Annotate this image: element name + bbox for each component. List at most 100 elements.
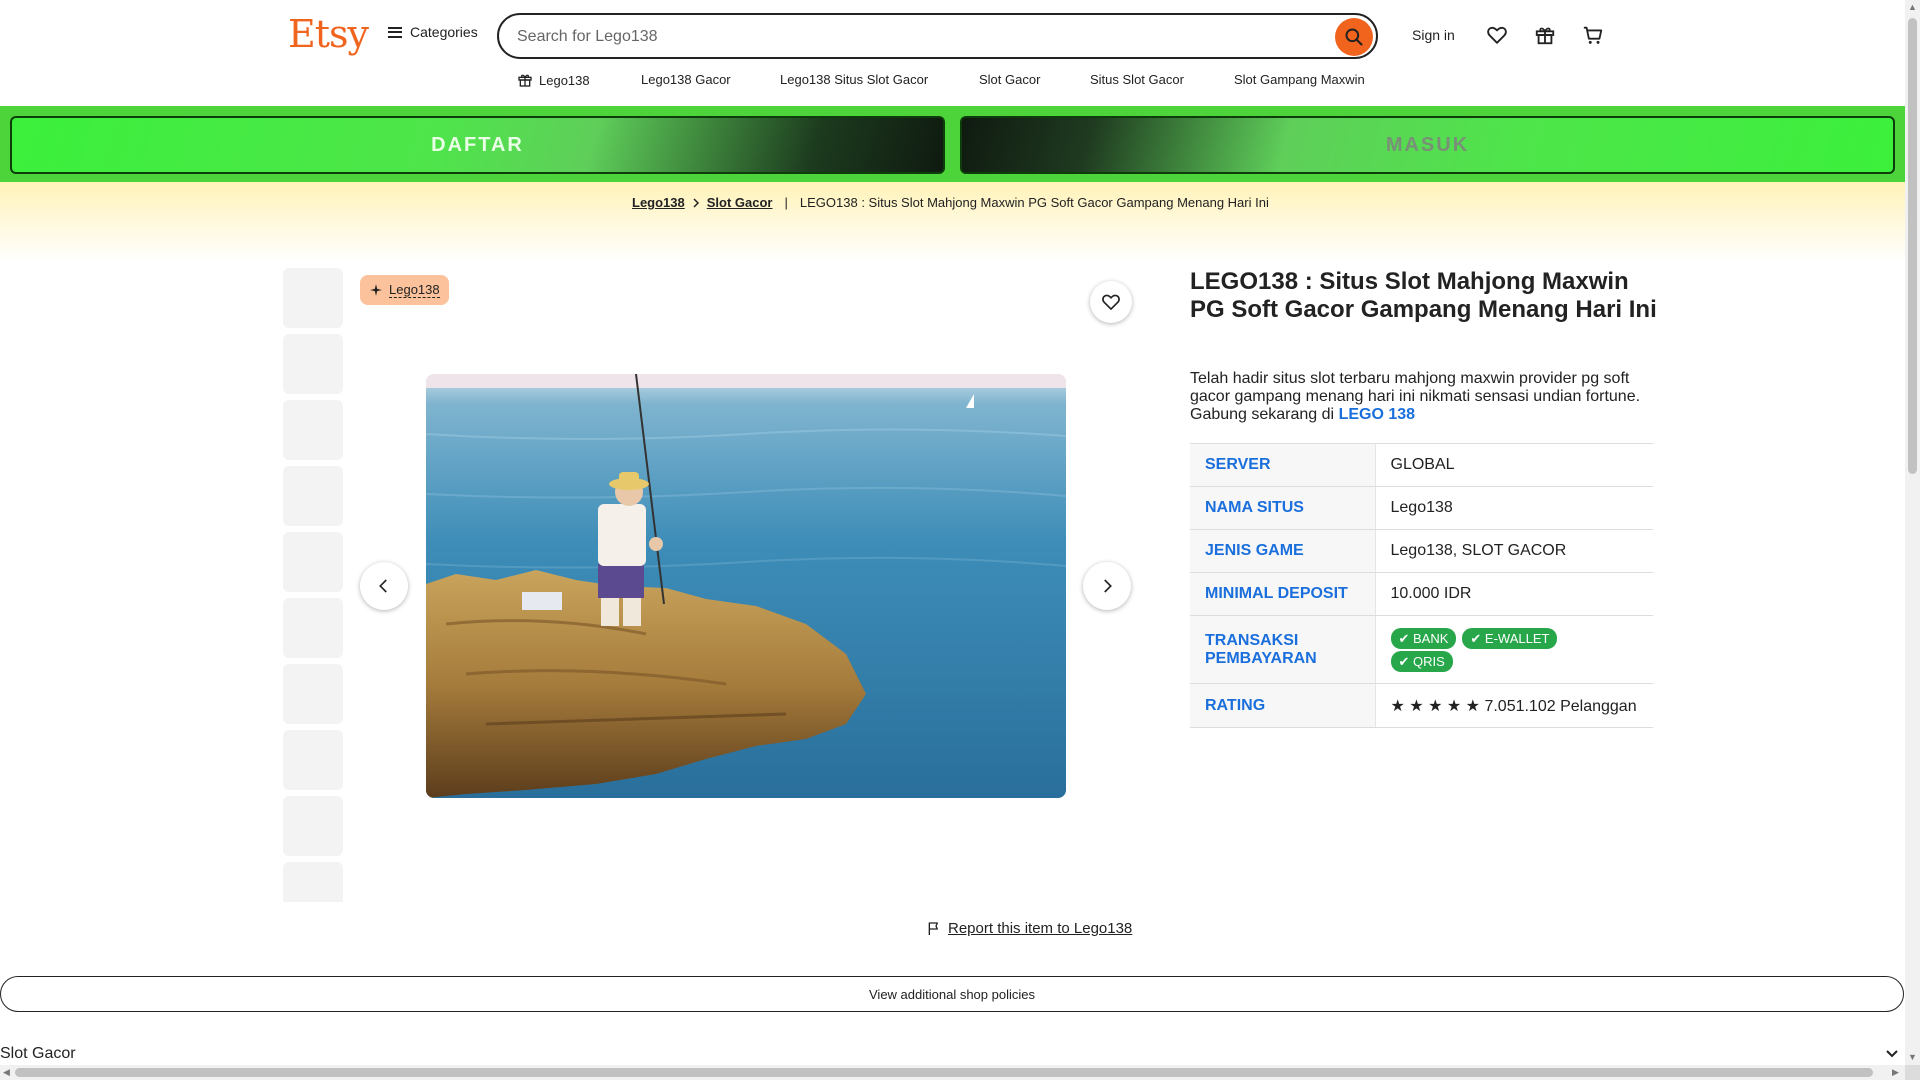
category-nav-item[interactable]: Lego138 (517, 72, 590, 88)
fisherman-photo (426, 374, 1066, 798)
category-select-value: Slot Gacor (0, 1045, 76, 1062)
breadcrumb-link-slot-gacor[interactable]: Slot Gacor (707, 195, 773, 210)
category-nav-item[interactable]: Slot Gampang Maxwin (1234, 72, 1365, 87)
spec-value: Lego138, SLOT GACOR (1375, 529, 1653, 573)
scroll-up-arrow-icon[interactable]: ▲ (1908, 2, 1917, 12)
category-nav-item[interactable]: Situs Slot Gacor (1090, 72, 1184, 87)
thumbnail[interactable] (283, 730, 343, 790)
payment-chip-ewallet: ✔ E-WALLET (1462, 627, 1558, 649)
scroll-left-arrow-icon[interactable]: ◀ (3, 1067, 10, 1078)
payment-chip-qris: ✔ QRIS (1390, 650, 1453, 672)
scroll-right-arrow-icon[interactable]: ▶ (1892, 1067, 1899, 1078)
site-header: Etsy Categories Sign in Lego138 Leg (0, 0, 1905, 106)
gift-button[interactable] (1532, 22, 1558, 48)
spec-row: SERVER GLOBAL (1190, 443, 1653, 487)
vertical-scrollbar[interactable]: ▲ ▼ (1905, 0, 1920, 1065)
category-nav-item[interactable]: Lego138 Gacor (641, 72, 731, 87)
spec-key: JENIS GAME (1190, 529, 1376, 573)
search-bar (497, 13, 1378, 59)
category-nav-item[interactable]: Lego138 Situs Slot Gacor (780, 72, 928, 87)
categories-button[interactable]: Categories (388, 24, 478, 40)
category-select[interactable]: Slot Gacor (0, 1044, 1905, 1064)
favorite-item-button[interactable] (1090, 281, 1132, 323)
thumbnail[interactable] (283, 268, 343, 328)
favorites-button[interactable] (1484, 22, 1510, 48)
sparkle-icon (370, 284, 382, 296)
spec-row: RATING ★ ★ ★ ★ ★ 7.051.102 Pelanggan (1190, 683, 1653, 728)
thumbnail[interactable] (283, 334, 343, 394)
rating-value: ★ ★ ★ ★ ★ 7.051.102 Pelanggan (1375, 683, 1653, 728)
product-description-link[interactable]: LEGO 138 (1339, 406, 1415, 423)
previous-image-button[interactable] (360, 562, 408, 610)
thumbnail[interactable] (283, 400, 343, 460)
horizontal-scrollbar[interactable]: ◀ ▶ (0, 1065, 1905, 1080)
thumbnail[interactable] (283, 598, 343, 658)
breadcrumb-current: LEGO138 : Situs Slot Mahjong Maxwin PG S… (799, 195, 1269, 210)
spec-key: SERVER (1190, 443, 1376, 487)
heart-icon (1487, 26, 1507, 44)
daftar-button[interactable]: DAFTAR (10, 116, 945, 174)
product-description: Telah hadir situs slot terbaru mahjong m… (1190, 370, 1660, 424)
categories-label: Categories (410, 24, 478, 40)
report-item-link[interactable]: Report this item to Lego138 (926, 920, 1132, 937)
search-icon (1345, 28, 1363, 46)
thumbnail[interactable] (283, 862, 343, 902)
chevron-down-icon (1886, 1050, 1898, 1058)
spec-value: 10.000 IDR (1375, 572, 1653, 616)
etsy-logo[interactable]: Etsy (288, 12, 369, 56)
thumbnail[interactable] (283, 532, 343, 592)
spec-row: TRANSAKSI PEMBAYARAN ✔ BANK ✔ E-WALLET ✔ … (1190, 615, 1653, 684)
chevron-right-icon (1104, 579, 1112, 593)
spec-key: NAMA SITUS (1190, 486, 1376, 530)
gift-icon (1535, 27, 1555, 45)
spec-value: ✔ BANK ✔ E-WALLET ✔ QRIS (1375, 615, 1653, 684)
payment-chip-bank: ✔ BANK (1390, 627, 1457, 649)
category-nav-item[interactable]: Slot Gacor (979, 72, 1040, 87)
chevron-left-icon (379, 579, 387, 593)
spec-key: TRANSAKSI PEMBAYARAN (1190, 615, 1376, 684)
spec-row: NAMA SITUS Lego138 (1190, 486, 1653, 530)
spec-row: JENIS GAME Lego138, SLOT GACOR (1190, 529, 1653, 573)
category-nav-label: Slot Gacor (979, 72, 1041, 87)
scrollbar-corner (1905, 1065, 1920, 1080)
category-nav-label: Lego138 Gacor (641, 72, 731, 87)
cart-button[interactable] (1580, 22, 1606, 48)
breadcrumb-separator: | (784, 195, 788, 210)
spec-row: MINIMAL DEPOSIT 10.000 IDR (1190, 572, 1653, 616)
banner-fade (0, 182, 1905, 262)
report-item-label: Report this item to Lego138 (948, 920, 1133, 937)
thumbnail[interactable] (283, 664, 343, 724)
horizontal-scroll-thumb[interactable] (15, 1068, 1873, 1077)
heart-icon (1102, 294, 1120, 310)
category-nav-label: Situs Slot Gacor (1090, 72, 1184, 87)
breadcrumb: Lego138 Slot Gacor | LEGO138 : Situs Slo… (632, 195, 1269, 210)
shop-policies-button[interactable]: View additional shop policies (0, 976, 1904, 1012)
next-image-button[interactable] (1083, 562, 1131, 610)
main-product-image[interactable] (426, 374, 1066, 798)
spec-key: MINIMAL DEPOSIT (1190, 572, 1376, 616)
thumbnail-list (283, 268, 343, 902)
search-input[interactable] (517, 25, 1297, 49)
viewport: Etsy Categories Sign in Lego138 Leg (0, 0, 1905, 1065)
thumbnail[interactable] (283, 466, 343, 526)
spec-table: SERVER GLOBAL NAMA SITUS Lego138 JENIS G… (1190, 443, 1653, 728)
spec-value: Lego138 (1375, 486, 1653, 530)
sign-in-link[interactable]: Sign in (1412, 27, 1455, 43)
gift-icon (518, 74, 532, 87)
category-nav-label: Slot Gampang Maxwin (1234, 72, 1365, 87)
vertical-scroll-thumb[interactable] (1908, 18, 1917, 474)
masuk-button[interactable]: MASUK (960, 116, 1895, 174)
category-nav-label: Lego138 Situs Slot Gacor (780, 72, 929, 87)
product-title: LEGO138 : Situs Slot Mahjong Maxwin PG S… (1190, 268, 1657, 323)
flag-icon (928, 921, 938, 935)
search-button[interactable] (1335, 18, 1373, 56)
promo-banner: DAFTAR MASUK (0, 106, 1905, 182)
scroll-down-arrow-icon[interactable]: ▼ (1908, 1052, 1917, 1062)
breadcrumb-link-lego138[interactable]: Lego138 (632, 195, 685, 210)
shop-badge-label: Lego138 (389, 282, 440, 298)
shop-badge[interactable]: Lego138 (360, 275, 449, 305)
chevron-right-icon (693, 197, 699, 208)
thumbnail[interactable] (283, 796, 343, 856)
spec-value: GLOBAL (1375, 443, 1653, 487)
menu-icon (388, 26, 402, 38)
